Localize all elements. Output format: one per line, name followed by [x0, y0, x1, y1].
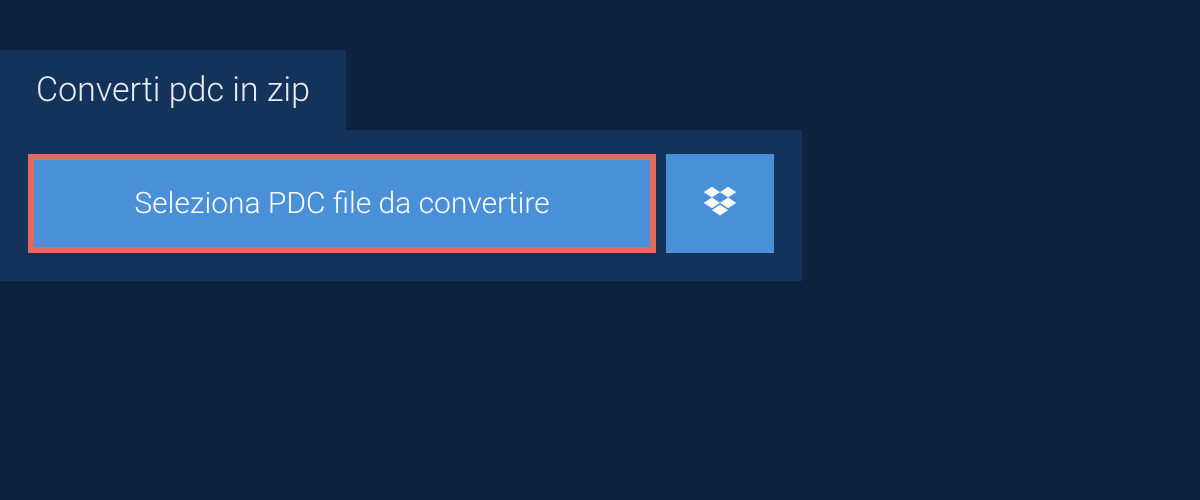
- tab-convert[interactable]: Converti pdc in zip: [0, 50, 346, 130]
- tab-title: Converti pdc in zip: [36, 70, 310, 110]
- button-row: Seleziona PDC file da convertire: [28, 154, 774, 253]
- select-file-button[interactable]: Seleziona PDC file da convertire: [28, 154, 656, 253]
- convert-panel: Seleziona PDC file da convertire: [0, 130, 802, 281]
- select-file-label: Seleziona PDC file da convertire: [134, 186, 549, 221]
- dropbox-button[interactable]: [666, 154, 774, 253]
- dropbox-icon: [702, 184, 738, 224]
